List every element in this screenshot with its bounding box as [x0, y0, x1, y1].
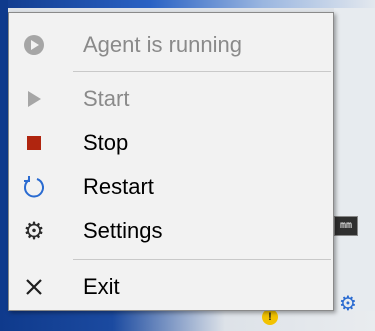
- restart-icon: [9, 175, 59, 199]
- menu-item-label: Stop: [83, 130, 129, 155]
- tray-gear-icon[interactable]: ⚙: [337, 293, 359, 315]
- menu-item-restart[interactable]: Restart: [9, 165, 333, 209]
- menu-separator: [73, 259, 331, 260]
- menu-item-label: Settings: [83, 218, 163, 243]
- close-icon: [9, 278, 59, 296]
- menu-item-exit[interactable]: Exit: [9, 265, 333, 309]
- menu-item-label: Exit: [83, 274, 120, 299]
- menu-item-label: Agent is running: [83, 32, 242, 57]
- desktop-background-left: [0, 0, 8, 331]
- play-icon: [9, 90, 59, 108]
- tray-mm-icon[interactable]: mm: [334, 216, 358, 236]
- menu-item-label: Restart: [83, 174, 154, 199]
- taskbar-strip: [0, 311, 375, 331]
- menu-item-label: Start: [83, 86, 130, 111]
- menu-item-status: Agent is running: [9, 23, 333, 67]
- menu-item-start[interactable]: Start: [9, 77, 333, 121]
- stop-icon: [9, 136, 59, 150]
- desktop-background-right: [334, 8, 375, 331]
- gear-icon: ⚙: [23, 217, 45, 245]
- desktop-background-top: [0, 0, 375, 8]
- menu-item-stop[interactable]: Stop: [9, 121, 333, 165]
- menu-separator: [73, 71, 331, 72]
- tray-warning-icon[interactable]: !: [262, 309, 278, 325]
- circle-play-icon: [9, 34, 59, 56]
- context-menu: Agent is running Start Stop Restart ⚙ Se: [8, 12, 334, 311]
- menu-item-settings[interactable]: ⚙ Settings: [9, 209, 333, 253]
